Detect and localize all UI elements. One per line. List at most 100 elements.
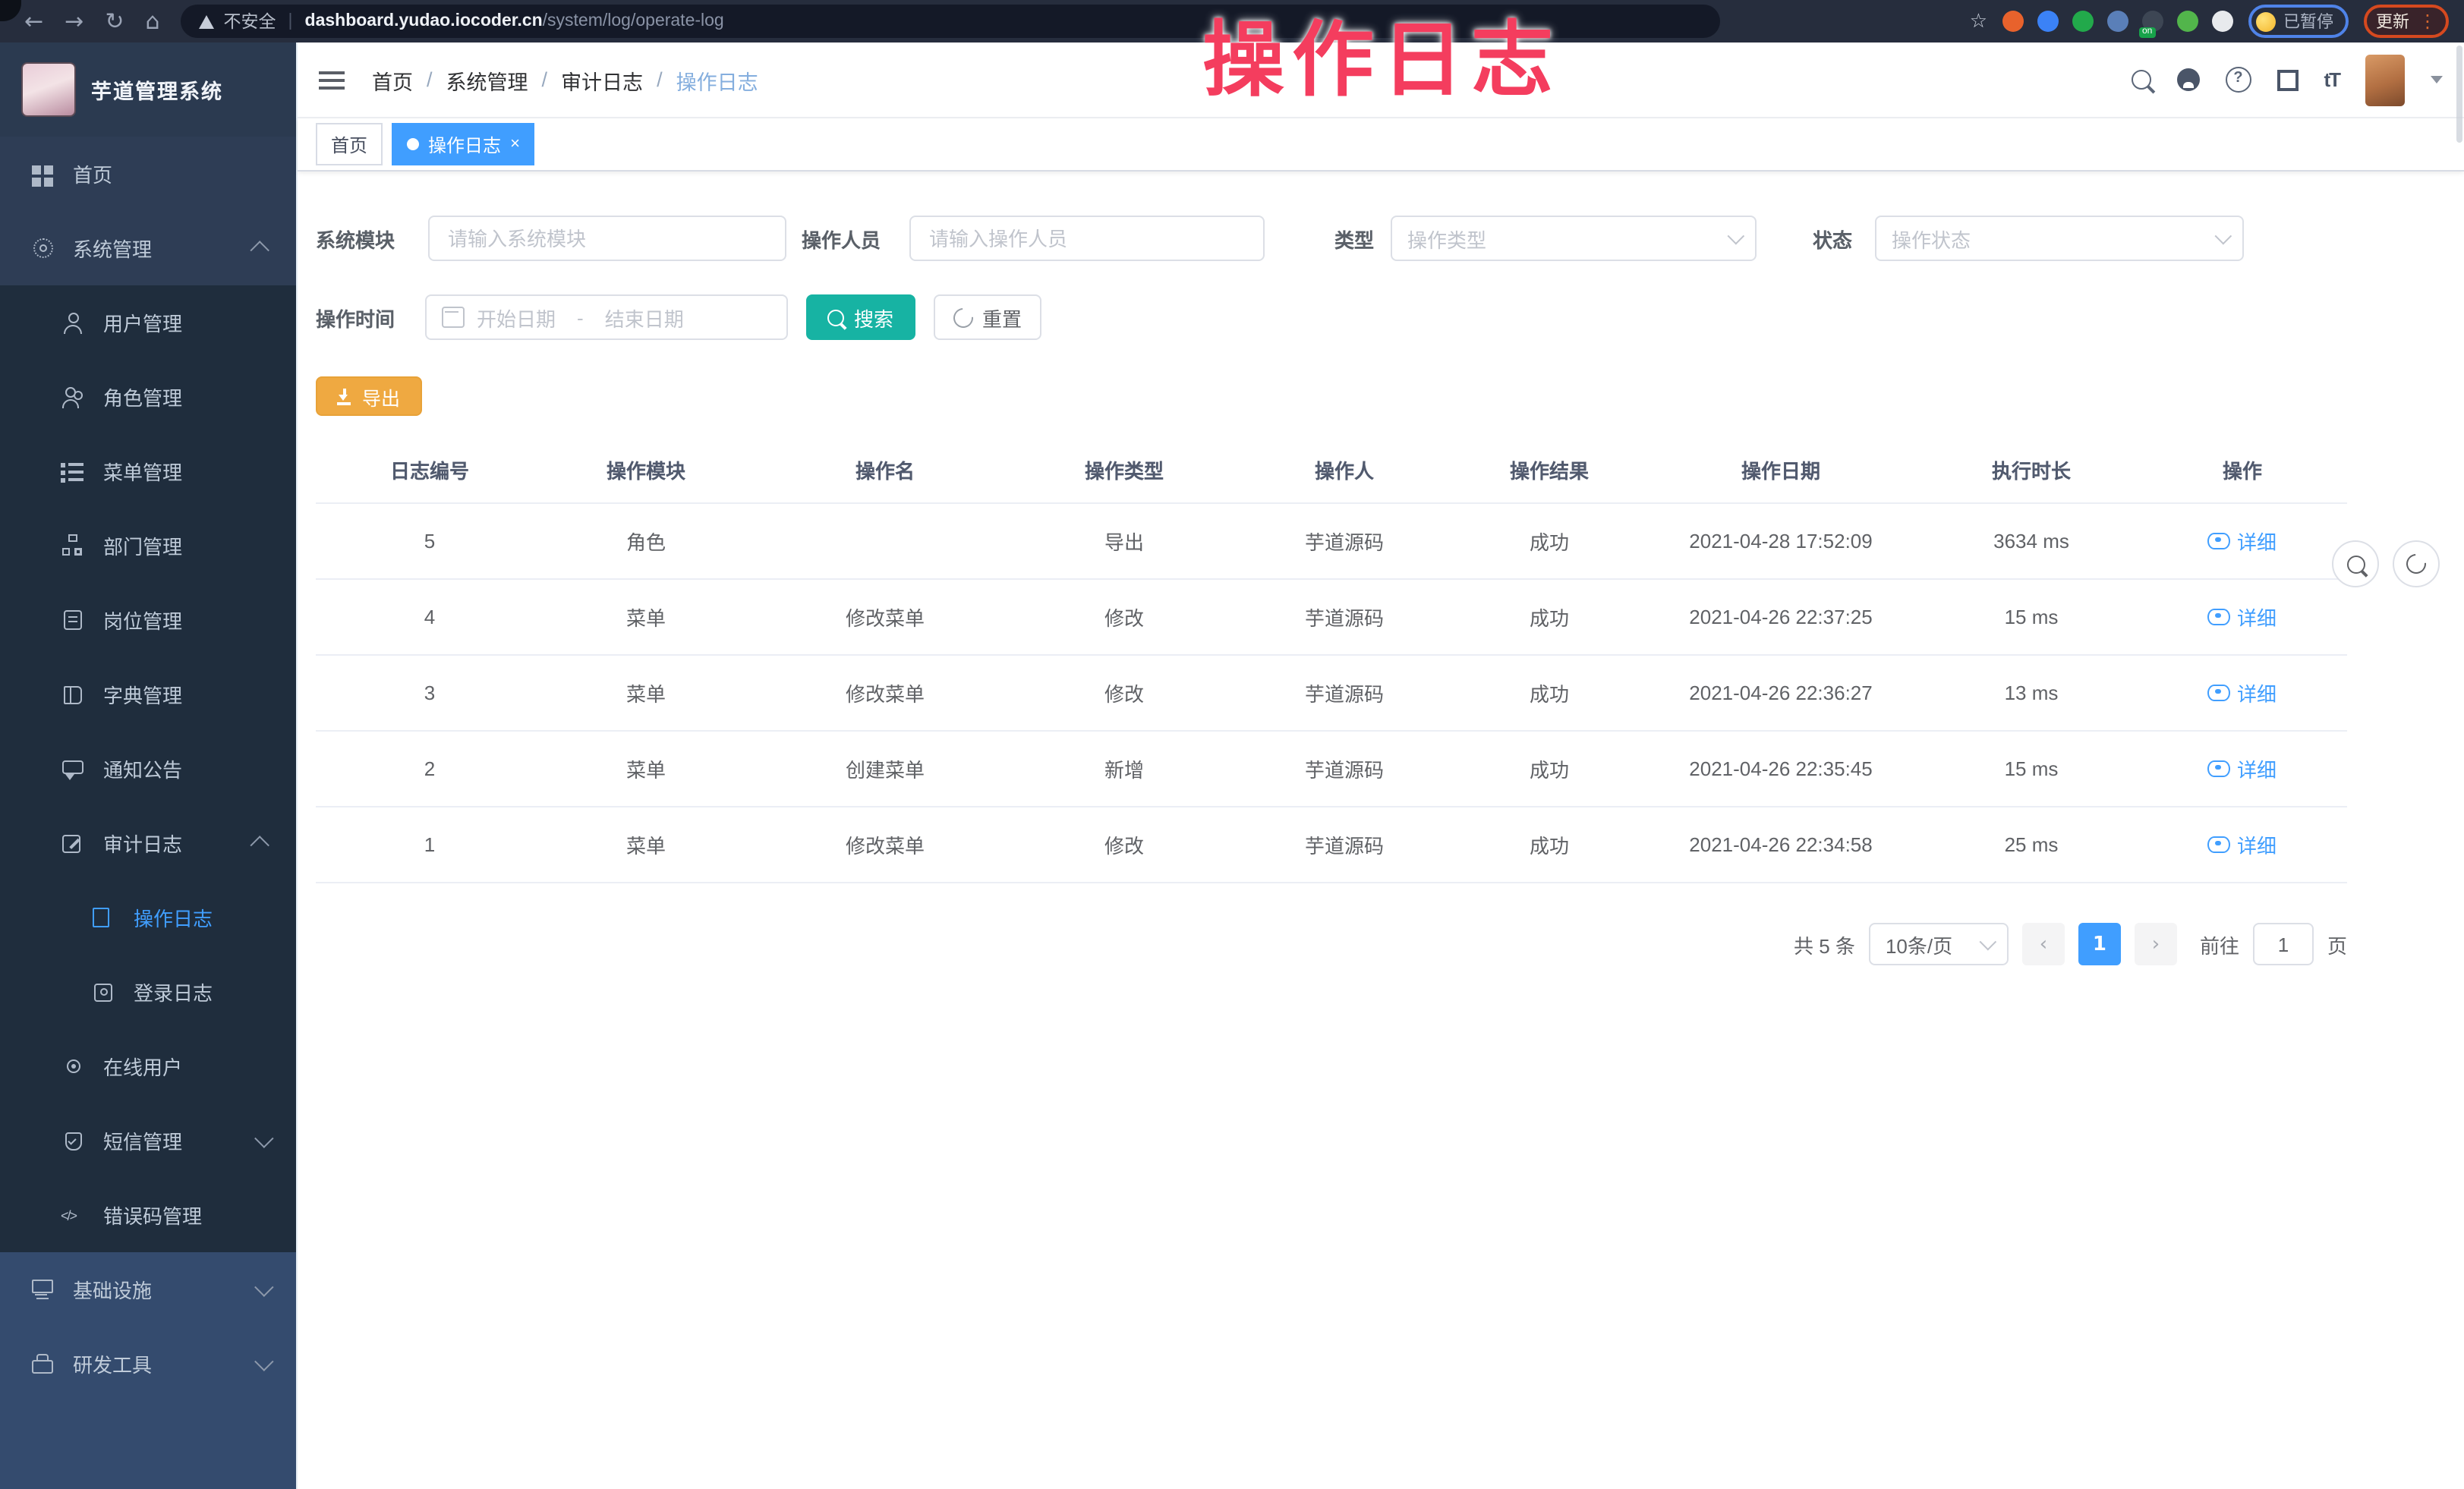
sidebar-item-sms-management[interactable]: 短信管理 [0,1103,296,1178]
reset-button[interactable]: 重置 [934,294,1041,340]
status-select[interactable]: 操作状态 [1875,216,2244,261]
operator-input-field[interactable] [926,225,1248,251]
search-icon [828,309,845,326]
cell-date: 2021-04-26 22:36:27 [1637,655,1925,731]
browser-update-button[interactable]: 更新 [2376,9,2409,33]
breadcrumb-item[interactable]: 首页 [372,65,413,95]
sidebar-item-home[interactable]: 首页 [0,137,296,211]
users-icon [61,385,85,409]
cell-log-id: 1 [316,807,544,883]
toggle-search-button[interactable] [2332,540,2379,587]
fullscreen-icon[interactable] [2277,69,2298,90]
chevron-up-icon [250,836,269,855]
sidebar-item-notice-announcement[interactable]: 通知公告 [0,732,296,806]
column-header: 执行时长 [1925,437,2138,503]
sidebar-toggle-icon[interactable] [319,69,345,90]
extension-orange-ring-icon[interactable] [2002,11,2024,32]
sidebar-item-operate-log[interactable]: 操作日志 [0,880,296,955]
page-1-button[interactable]: 1 [2078,923,2121,965]
breadcrumb-item[interactable]: 审计日志 [561,65,643,95]
not-secure-label: 不安全 [224,9,276,33]
browser-reload-icon[interactable]: ↻ [105,10,124,33]
cell-date: 2021-04-26 22:34:58 [1637,807,1925,883]
sidebar-item-label: 角色管理 [103,382,182,411]
chevron-down-icon [254,1277,273,1296]
total-count: 共 5 条 [1794,930,1855,959]
browser-forward-icon[interactable]: → [65,10,83,33]
github-icon[interactable] [2176,68,2199,91]
extension-blue-gem-icon[interactable] [2107,11,2128,32]
date-range-picker[interactable]: 开始日期 - 结束日期 [425,294,788,340]
prev-page-button[interactable]: ‹ [2022,923,2065,965]
extension-blue-drop-icon[interactable] [2037,11,2059,32]
extension-paused-badge[interactable]: 已暂停 [2248,5,2349,38]
eye-icon [2208,533,2231,549]
extension-puzzle-icon[interactable] [2212,11,2233,32]
export-button[interactable]: 导出 [316,376,422,416]
sidebar-item-menu-management[interactable]: 菜单管理 [0,434,296,508]
tag-operate-log[interactable]: 操作日志 × [392,123,535,165]
sidebar-item-online-users[interactable]: 在线用户 [0,1029,296,1103]
sidebar-item-dept-management[interactable]: 部门管理 [0,508,296,583]
tag-close-icon[interactable]: × [510,136,520,153]
cell-actions: 详细 [2138,655,2347,731]
goto-page-input[interactable] [2253,923,2314,965]
cell-operator: 芋道源码 [1227,579,1462,655]
sidebar-item-role-management[interactable]: 角色管理 [0,360,296,434]
app-logo-row[interactable]: 芋道管理系统 [0,42,296,137]
detail-link[interactable]: 详细 [2208,603,2277,631]
paused-label: 已暂停 [2283,9,2333,33]
detail-link[interactable]: 详细 [2208,754,2277,783]
detail-link[interactable]: 详细 [2208,527,2277,556]
cell-operator: 芋道源码 [1227,731,1462,807]
browser-back-icon[interactable]: ← [24,10,43,33]
extension-green-v-icon[interactable] [2072,11,2094,32]
search-button[interactable]: 搜索 [806,294,915,340]
tag-home[interactable]: 首页 [316,123,383,165]
sidebar-item-infrastructure[interactable]: 基础设施 [0,1252,296,1327]
help-icon[interactable]: ? [2225,67,2251,93]
url-path: /system/log/operate-log [543,12,724,30]
refresh-table-button[interactable] [2393,540,2440,587]
scrollbar-thumb[interactable] [2456,46,2462,143]
detail-link[interactable]: 详细 [2208,678,2277,707]
header-search-icon[interactable] [2131,70,2150,90]
cell-duration: 13 ms [1925,655,2138,731]
sidebar-item-label: 审计日志 [103,829,182,858]
cell-duration: 15 ms [1925,579,2138,655]
user-avatar[interactable] [2365,54,2405,105]
annotation-title: 操作日志 [1202,18,1561,104]
page-size-select[interactable]: 10条/页 [1869,923,2009,965]
sidebar-item-error-code-management[interactable]: 错误码管理 [0,1178,296,1252]
extension-green-leaf-icon[interactable] [2177,11,2198,32]
sidebar-item-audit-log[interactable]: 审计日志 [0,806,296,880]
briefcase-icon [30,1352,55,1376]
sidebar-item-dict-management[interactable]: 字典管理 [0,657,296,732]
sidebar-item-label: 通知公告 [103,754,182,783]
module-input[interactable] [428,216,786,261]
font-size-icon[interactable]: tT [2324,68,2340,91]
table-row: 2菜单创建菜单新增芋道源码成功2021-04-26 22:35:4515 ms详… [316,731,2347,807]
cell-operation-type: 新增 [1022,731,1227,807]
cell-result: 成功 [1462,731,1637,807]
operator-input[interactable] [909,216,1265,261]
goto-page-field[interactable] [2254,931,2312,957]
sidebar-item-user-management[interactable]: 用户管理 [0,285,296,360]
sidebar-item-dev-tools[interactable]: 研发工具 [0,1327,296,1401]
module-input-field[interactable] [445,225,770,251]
sidebar-item-post-management[interactable]: 岗位管理 [0,583,296,657]
next-page-button[interactable]: › [2135,923,2177,965]
cell-module: 菜单 [544,579,748,655]
type-select[interactable]: 操作类型 [1391,216,1757,261]
search-icon [2346,555,2365,573]
detail-link[interactable]: 详细 [2208,830,2277,859]
avatar-caret-down-icon[interactable] [2431,76,2443,83]
dictionary-book-icon [61,682,85,707]
browser-home-icon[interactable]: ⌂ [145,10,159,33]
browser-menu-icon[interactable]: ⋮ [2418,12,2437,30]
extension-switch-icon[interactable]: on [2142,11,2163,32]
sidebar-item-login-log[interactable]: 登录日志 [0,955,296,1029]
breadcrumb-item[interactable]: 系统管理 [446,65,528,95]
bookmark-star-icon[interactable]: ☆ [1970,10,1987,33]
sidebar-item-system-management[interactable]: 系统管理 [0,211,296,285]
